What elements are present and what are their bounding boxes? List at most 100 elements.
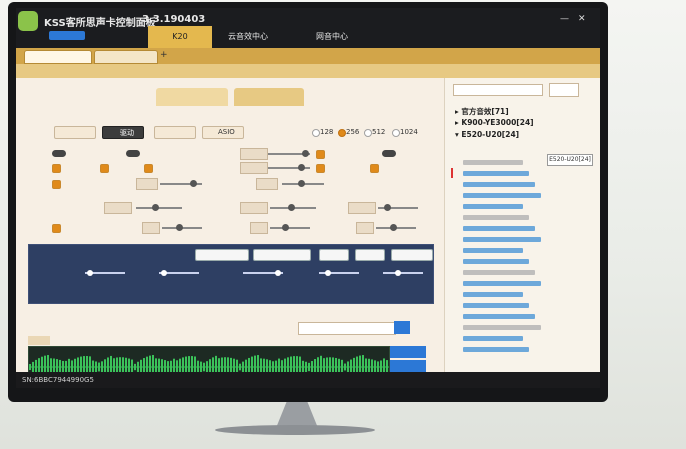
app-title: KSS客所思声卡控制面板 <box>44 18 156 29</box>
preset-list-item[interactable] <box>463 259 529 264</box>
preset-list-item[interactable] <box>463 314 535 319</box>
inner-slider-2[interactable] <box>270 227 310 229</box>
preset-list-item[interactable] <box>463 270 535 275</box>
preset-search-button[interactable] <box>549 83 579 97</box>
wave-button-2[interactable] <box>390 360 426 372</box>
doc-tab-1[interactable] <box>24 50 92 64</box>
preset-list-item[interactable] <box>463 160 523 165</box>
sample-128-radio[interactable] <box>312 129 320 137</box>
inner-number-2[interactable] <box>250 222 268 234</box>
effect-slider-2-knob[interactable] <box>161 270 167 276</box>
preset-list-item[interactable] <box>463 281 541 286</box>
effect-button-1[interactable] <box>195 249 249 261</box>
volume-slider-1-knob[interactable] <box>152 204 159 211</box>
tree-e520[interactable]: ▾ E520-U20[24] <box>455 130 595 139</box>
driver-option-1[interactable] <box>54 126 96 139</box>
sample-256-radio[interactable] <box>338 129 346 137</box>
inner-slider-2-knob[interactable] <box>282 224 289 231</box>
function-toggle-2[interactable] <box>126 150 140 157</box>
preset-search-input[interactable] <box>453 84 543 96</box>
close-button[interactable]: ✕ <box>578 14 586 24</box>
function-number[interactable] <box>240 148 268 160</box>
settings-slider-1-knob[interactable] <box>190 180 197 187</box>
driver-label: 驱动 <box>120 129 134 137</box>
effect-button-3[interactable] <box>319 249 349 261</box>
preset-list-item[interactable] <box>463 347 529 352</box>
driver-asio-label: ASIO <box>218 128 235 136</box>
effect-slider-4-knob[interactable] <box>325 270 331 276</box>
effect-slider-5[interactable] <box>383 272 423 274</box>
doc-tab-2[interactable] <box>94 50 158 64</box>
effect-search-input[interactable] <box>298 322 396 335</box>
effect-slider-5-knob[interactable] <box>395 270 401 276</box>
settings-slider-2-knob[interactable] <box>298 180 305 187</box>
settings-checkbox[interactable] <box>52 180 61 189</box>
panel-tab-audio[interactable] <box>156 88 228 106</box>
preset-list-item[interactable] <box>463 215 529 220</box>
effect-search-icon[interactable] <box>394 321 410 334</box>
preset-list-item[interactable] <box>463 248 523 253</box>
effect-button-2[interactable] <box>253 249 311 261</box>
preset-list-item[interactable] <box>463 237 541 242</box>
preset-list-item[interactable] <box>463 204 523 209</box>
inner-checkbox[interactable] <box>52 224 61 233</box>
driver-option-3[interactable] <box>154 126 196 139</box>
inner-slider-1-knob[interactable] <box>176 224 183 231</box>
inner-number-1[interactable] <box>142 222 160 234</box>
waveform-bar <box>32 361 34 373</box>
preset-list-item[interactable] <box>463 171 529 176</box>
preset-list-item[interactable] <box>463 182 535 187</box>
function-slider-2-knob[interactable] <box>298 164 305 171</box>
minimize-button[interactable]: — <box>560 14 569 24</box>
sample-512-radio[interactable] <box>364 129 372 137</box>
inner-number-3[interactable] <box>356 222 374 234</box>
settings-number-2[interactable] <box>256 178 278 190</box>
preset-list-item[interactable] <box>463 226 535 231</box>
preset-list-item[interactable] <box>463 325 541 330</box>
device-tab-k20[interactable]: K20 <box>148 26 212 48</box>
volume-number-3[interactable] <box>348 202 376 214</box>
device-tab-network[interactable]: 网音中心 <box>316 26 348 48</box>
panel-tab-settings[interactable] <box>234 88 304 106</box>
preset-list-item[interactable] <box>463 193 541 198</box>
waveform-bar <box>347 361 349 373</box>
preset-list-item[interactable] <box>463 292 523 297</box>
volume-number-2[interactable] <box>240 202 268 214</box>
volume-slider-3-knob[interactable] <box>384 204 391 211</box>
mode-switch-button[interactable] <box>49 31 85 40</box>
waveform-bar <box>305 361 307 373</box>
effect-button-4[interactable] <box>355 249 385 261</box>
sample-256-label: 256 <box>346 128 360 136</box>
wave-tab[interactable] <box>28 336 50 345</box>
volume-slider-1[interactable] <box>136 207 182 209</box>
inner-slider-3-knob[interactable] <box>390 224 397 231</box>
volume-number-1[interactable] <box>104 202 132 214</box>
function-slider-knob[interactable] <box>302 150 309 157</box>
effect-button-5[interactable] <box>391 249 433 261</box>
tree-k900[interactable]: ▸ K900-YE3000[24] <box>455 118 595 127</box>
add-tab-button[interactable]: + <box>160 50 168 60</box>
waveform-bar <box>344 363 346 371</box>
function-number-2[interactable] <box>240 162 268 174</box>
wave-button-1[interactable] <box>390 346 426 358</box>
preset-list-item[interactable] <box>463 303 529 308</box>
function-checkbox-6[interactable] <box>370 164 379 173</box>
volume-slider-2-knob[interactable] <box>288 204 295 211</box>
waveform-bar <box>242 361 244 373</box>
settings-number-1[interactable] <box>136 178 158 190</box>
tree-official[interactable]: ▸ 官方音效[71] <box>455 106 595 116</box>
function-checkbox-1[interactable] <box>316 150 325 159</box>
function-checkbox-5[interactable] <box>316 164 325 173</box>
waveform-bar <box>134 363 136 371</box>
status-bar: SN:6BBC7944990G5 <box>16 372 600 388</box>
function-toggle-1[interactable] <box>52 150 66 157</box>
function-checkbox-2[interactable] <box>52 164 61 173</box>
device-tab-cloud[interactable]: 云音效中心 <box>228 26 268 48</box>
sample-1024-radio[interactable] <box>392 129 400 137</box>
preset-list-item[interactable] <box>463 336 523 341</box>
function-toggle-3[interactable] <box>382 150 396 157</box>
effect-slider-1-knob[interactable] <box>87 270 93 276</box>
function-checkbox-4[interactable] <box>144 164 153 173</box>
effect-slider-3-knob[interactable] <box>275 270 281 276</box>
function-checkbox-3[interactable] <box>100 164 109 173</box>
